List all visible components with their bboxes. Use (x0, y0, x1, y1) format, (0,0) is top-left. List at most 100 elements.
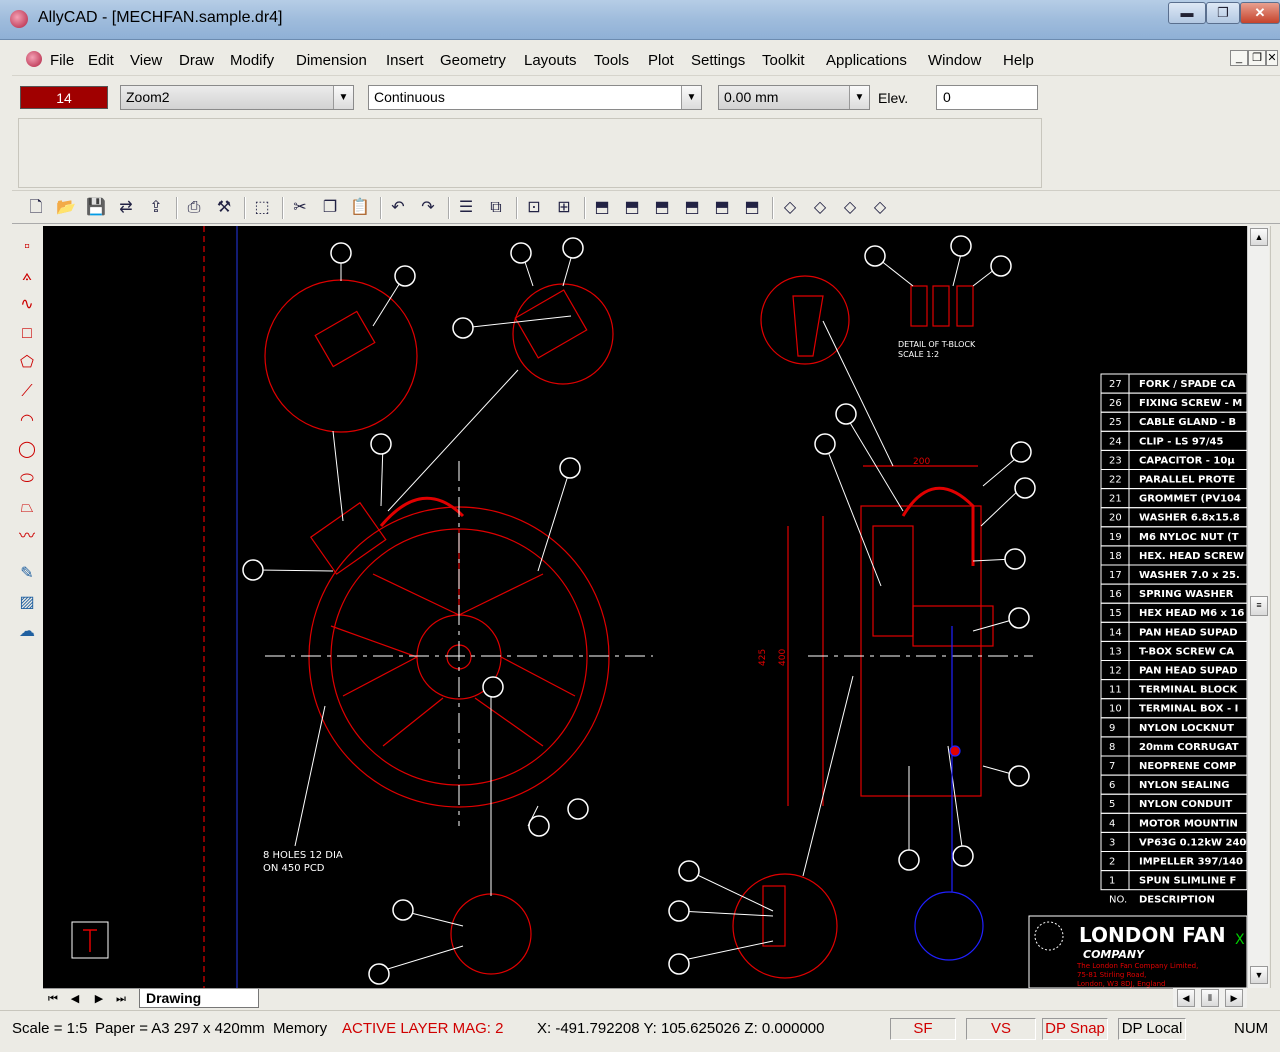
linetype-dropdown-icon[interactable]: ▼ (681, 86, 701, 109)
menu-plot[interactable]: Plot (648, 52, 674, 69)
hatch-icon[interactable]: ▨ (16, 592, 38, 614)
hscroll-thumb[interactable]: ⦀ (1201, 989, 1219, 1007)
view-front-icon[interactable]: ⬒ (590, 196, 614, 220)
cut-icon[interactable]: ✂ (288, 196, 312, 220)
ellipse-icon[interactable]: ⬭ (16, 468, 38, 490)
linetype-combo[interactable]: Continuous ▼ (368, 85, 702, 110)
trapezoid-icon[interactable]: ⏢ (16, 497, 38, 519)
menu-draw[interactable]: Draw (179, 52, 214, 69)
horizontal-scrollbar[interactable]: ◀ ⦀ ▶ (1173, 988, 1247, 1008)
scroll-right-icon[interactable]: ▶ (1225, 989, 1243, 1007)
spline-icon[interactable]: ∿ (16, 294, 38, 316)
close-button[interactable]: ✕ (1240, 2, 1280, 24)
point-icon[interactable]: ▫ (16, 236, 38, 258)
vertical-scrollbar[interactable]: ▲ ≡ ▼ (1247, 226, 1269, 988)
iso-se-icon[interactable]: ◇ (838, 196, 862, 220)
document-icon[interactable] (26, 51, 42, 67)
toolbar-separator (516, 197, 518, 219)
mdi-restore-button[interactable]: ❐ (1248, 50, 1266, 66)
view-top-icon[interactable]: ⬒ (650, 196, 674, 220)
menu-edit[interactable]: Edit (88, 52, 114, 69)
menu-layouts[interactable]: Layouts (524, 52, 577, 69)
layers2-icon[interactable]: ⧉ (484, 196, 508, 220)
snap-sf-toggle[interactable]: SF (890, 1018, 956, 1040)
iso-nw-icon[interactable]: ◇ (808, 196, 832, 220)
mdi-minimize-button[interactable]: _ (1230, 50, 1248, 66)
cloud-icon[interactable]: ☁ (16, 621, 38, 643)
view-back-icon[interactable]: ⬒ (620, 196, 644, 220)
menu-settings[interactable]: Settings (691, 52, 745, 69)
parts-row-desc: FORK / SPADE CA (1139, 379, 1236, 390)
elevation-input[interactable]: 0 (936, 85, 1038, 110)
layers-icon[interactable]: ☰ (454, 196, 478, 220)
menu-applications[interactable]: Applications (826, 52, 907, 69)
copy-icon[interactable]: ❐ (318, 196, 342, 220)
parts-row-desc: NYLON SEALING (1139, 780, 1229, 791)
menu-view[interactable]: View (130, 52, 162, 69)
menu-modify[interactable]: Modify (230, 52, 274, 69)
dp-snap-toggle[interactable]: DP Snap (1042, 1018, 1108, 1040)
parts-row-no: 13 (1109, 646, 1122, 657)
print-icon[interactable]: ⎙ (182, 196, 206, 220)
dp-local-toggle[interactable]: DP Local (1118, 1018, 1186, 1040)
drawing-canvas[interactable]: 8 HOLES 12 DIA ON 450 PCD DETAIL OF T-BL… (43, 226, 1247, 988)
menu-geometry[interactable]: Geometry (440, 52, 506, 69)
mdi-close-button[interactable]: ✕ (1266, 50, 1278, 66)
snap-vs-toggle[interactable]: VS (966, 1018, 1036, 1040)
command-area[interactable] (18, 118, 1042, 188)
linewidth-combo[interactable]: 0.00 mm ▼ (718, 85, 870, 110)
open-icon[interactable]: 📂 (54, 196, 78, 220)
parts-row-no: 1 (1109, 876, 1115, 887)
menu-toolkit[interactable]: Toolkit (762, 52, 805, 69)
balloon (990, 255, 1012, 277)
last-sheet-icon[interactable]: ⏭ (111, 991, 131, 1007)
tab-drawing[interactable]: Drawing (139, 989, 259, 1008)
view-right-icon[interactable]: ⬒ (740, 196, 764, 220)
linewidth-dropdown-icon[interactable]: ▼ (849, 86, 869, 109)
menu-insert[interactable]: Insert (386, 52, 424, 69)
dimension-icon[interactable]: ✎ (16, 563, 38, 585)
scroll-left-icon[interactable]: ◀ (1177, 989, 1195, 1007)
rectangle-icon[interactable]: □ (16, 323, 38, 345)
menu-window[interactable]: Window (928, 52, 981, 69)
layer-combo[interactable]: Zoom2 ▼ (120, 85, 354, 110)
multiline-icon[interactable]: ⟋ (16, 381, 38, 403)
parts-row-desc: MOTOR MOUNTIN (1139, 818, 1238, 829)
txt-icon[interactable]: ⇪ (144, 196, 168, 220)
save-icon[interactable]: 💾 (84, 196, 108, 220)
parts-row-no: 6 (1109, 780, 1115, 791)
menu-dimension[interactable]: Dimension (296, 52, 367, 69)
color-selector[interactable]: 14 (20, 86, 108, 109)
zoom-window-icon[interactable]: ⊡ (522, 196, 546, 220)
paste-icon[interactable]: 📋 (348, 196, 372, 220)
first-sheet-icon[interactable]: ⏮ (43, 991, 63, 1007)
redo-icon[interactable]: ↷ (416, 196, 440, 220)
minimize-button[interactable]: ▬ (1168, 2, 1206, 24)
view-bottom-icon[interactable]: ⬒ (680, 196, 704, 220)
arc-icon[interactable]: ◠ (16, 410, 38, 432)
zoom-extents-icon[interactable]: ⊞ (552, 196, 576, 220)
prev-sheet-icon[interactable]: ◀ (65, 991, 85, 1007)
next-sheet-icon[interactable]: ▶ (89, 991, 109, 1007)
select-icon[interactable]: ⬚ (250, 196, 274, 220)
title-bar[interactable]: AllyCAD - [MECHFAN.sample.dr4] ▬ ❐ ✕ (0, 0, 1280, 40)
new-icon[interactable]: 🗋 (24, 196, 48, 220)
menu-help[interactable]: Help (1003, 52, 1034, 69)
scroll-down-icon[interactable]: ▼ (1250, 966, 1268, 984)
tools-icon[interactable]: ⚒ (212, 196, 236, 220)
polygon-icon[interactable]: ⬠ (16, 352, 38, 374)
layer-dropdown-icon[interactable]: ▼ (333, 86, 353, 109)
scroll-thumb[interactable]: ≡ (1250, 596, 1268, 616)
scroll-up-icon[interactable]: ▲ (1250, 228, 1268, 246)
view-left-icon[interactable]: ⬒ (710, 196, 734, 220)
maximize-button[interactable]: ❐ (1206, 2, 1240, 24)
iso-sw-icon[interactable]: ◇ (868, 196, 892, 220)
circle-icon[interactable]: ◯ (16, 439, 38, 461)
undo-icon[interactable]: ↶ (386, 196, 410, 220)
curve-icon[interactable]: 〰 (16, 526, 38, 548)
menu-tools[interactable]: Tools (594, 52, 629, 69)
polyline-icon[interactable]: ⟑ (16, 265, 38, 287)
iso-ne-icon[interactable]: ◇ (778, 196, 802, 220)
drc-icon[interactable]: ⇄ (114, 196, 138, 220)
menu-file[interactable]: File (50, 52, 74, 69)
